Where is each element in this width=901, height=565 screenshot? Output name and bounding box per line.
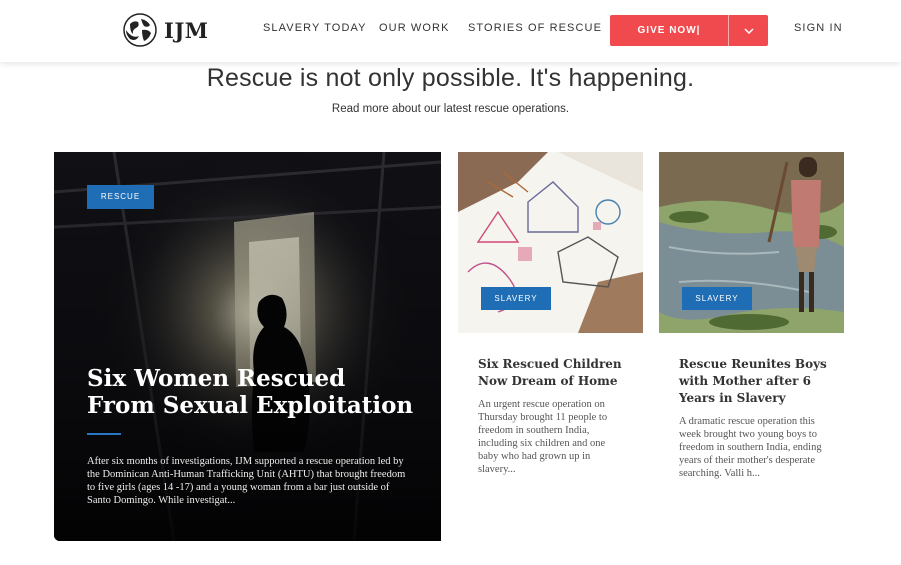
give-dropdown-toggle[interactable] [729,15,768,46]
page-subhead: Read more about our latest rescue operat… [331,103,570,115]
site-header: IJM SLAVERY TODAY OUR WORK STORIES OF RE… [0,0,901,62]
featured-story-title[interactable]: Six Women Rescued From Sexual Exploitati… [87,365,417,419]
page-headline: Rescue is not only possible. It's happen… [206,64,695,92]
sign-in-link[interactable]: SIGN IN [794,22,843,34]
story-category-badge[interactable]: SLAVERY [481,287,551,310]
globe-icon [123,13,157,47]
story-excerpt: An urgent rescue operation on Thursday b… [478,399,608,475]
logo-text: IJM [164,17,209,43]
story-title[interactable]: Six Rescued Children Now Dream of Home [478,356,628,390]
featured-category-badge[interactable]: RESCUE [87,185,154,209]
ijm-logo[interactable]: IJM [122,12,209,48]
nav-our-work[interactable]: OUR WORK [379,22,450,34]
story-category-badge[interactable]: SLAVERY [682,287,752,310]
story-excerpt: A dramatic rescue operation this week br… [679,416,822,479]
give-now-label: GIVE NOW| [637,25,701,36]
chevron-down-icon [743,27,754,34]
give-now-button[interactable]: GIVE NOW| [610,15,768,46]
featured-story-card[interactable]: RESCUE Six Women Rescued From Sexual Exp… [54,152,441,541]
nav-slavery-today[interactable]: SLAVERY TODAY [263,22,367,34]
featured-story-excerpt: After six months of investigations, IJM … [87,456,406,506]
story-title[interactable]: Rescue Reunites Boys with Mother after 6… [679,356,829,407]
nav-stories-of-rescue[interactable]: STORIES OF RESCUE [468,22,602,34]
featured-title-rule [87,433,121,435]
